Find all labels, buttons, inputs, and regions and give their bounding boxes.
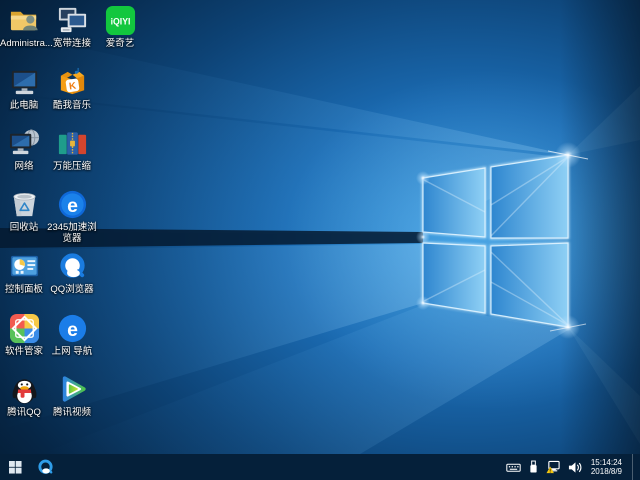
taskbar: 15:14:24 2018/8/9 [0, 454, 640, 480]
user-folder-icon [10, 11, 38, 31]
network-icon [9, 129, 39, 155]
desktop-icon-label: 2345加速浏览器 [47, 222, 97, 244]
recycle-bin-icon [12, 193, 36, 217]
tencent-video-icon [62, 376, 86, 402]
desktop-icon-label: 腾讯视频 [52, 407, 91, 418]
svg-text:e: e [67, 195, 78, 217]
control-panel-icon [10, 255, 38, 277]
desktop-icon-label: 网络 [14, 161, 34, 172]
2345-browser-icon: e [58, 190, 86, 219]
desktop-icon-tencent-video[interactable]: 腾讯视频 [46, 373, 98, 418]
touch-keyboard-icon[interactable] [506, 461, 521, 474]
desktop-icon-administrator[interactable]: Administra... [0, 4, 53, 49]
this-pc-icon [11, 70, 37, 95]
web-navigation-icon: e [58, 314, 86, 343]
start-button[interactable] [0, 454, 30, 480]
desktop-icon-2345-browser[interactable]: e 2345加速浏览器 [46, 188, 98, 244]
desktop-icon-label: 爱奇艺 [105, 38, 135, 49]
desktop-icon-tencent-qq[interactable]: 腾讯QQ [0, 373, 48, 418]
desktop-icon-broadband[interactable]: 宽带连接 [46, 4, 98, 49]
tray-time: 15:14:24 [590, 458, 622, 467]
desktop-icon-label: 控制面板 [4, 284, 43, 295]
desktop-icon-label: 腾讯QQ [7, 407, 41, 418]
desktop-icon-web-navigation[interactable]: e 上网 导航 [46, 312, 98, 357]
desktop-icon-kuwo-music[interactable]: K 酷我音乐 [46, 66, 98, 111]
desktop-icon-archiver[interactable]: 万能压缩 [46, 127, 98, 172]
desktop-icon-label: 万能压缩 [52, 161, 91, 172]
desktop-icon-network[interactable]: 网络 [0, 127, 48, 172]
windows-logo-icon [8, 460, 22, 474]
qq-browser-icon [59, 253, 85, 278]
desktop-icon-label: 此电脑 [9, 100, 39, 111]
tray-date: 2018/8/9 [590, 467, 622, 476]
desktop-icon-iqiyi[interactable]: iQIYI 爱奇艺 [94, 4, 146, 49]
broadband-connection-icon [58, 7, 86, 33]
iqiyi-icon: iQIYI [105, 5, 135, 36]
desktop-icon-label: 上网 导航 [51, 346, 93, 357]
taskbar-qq-browser-button[interactable] [30, 454, 60, 480]
desktop-icon-label: Administra... [0, 38, 53, 49]
system-tray: 15:14:24 2018/8/9 [506, 454, 640, 480]
desktop-icon-software-manager[interactable]: 软件管家 [0, 312, 48, 357]
desktop-icon-label: 宽带连接 [52, 38, 91, 49]
volume-icon[interactable] [568, 461, 582, 474]
svg-text:e: e [67, 319, 78, 341]
wanneng-archiver-icon [58, 132, 86, 155]
software-manager-icon [9, 313, 39, 344]
network-warning-icon[interactable] [546, 460, 561, 474]
desktop-icon-label: 酷我音乐 [52, 100, 91, 111]
tencent-qq-icon [12, 379, 36, 404]
tray-clock[interactable]: 15:14:24 2018/8/9 [589, 458, 622, 476]
desktop: Administra... 宽带连接 iQIYI 爱奇艺 此电脑 K 酷我音乐 … [0, 0, 640, 480]
desktop-icon-qq-browser[interactable]: QQ浏览器 [46, 250, 98, 295]
desktop-icon-this-pc[interactable]: 此电脑 [0, 66, 48, 111]
desktop-icon-label: QQ浏览器 [50, 284, 94, 295]
desktop-icon-label: 软件管家 [4, 346, 43, 357]
show-desktop-button[interactable] [632, 454, 637, 480]
desktop-icon-control-panel[interactable]: 控制面板 [0, 250, 48, 295]
svg-text:iQIYI: iQIYI [110, 16, 130, 26]
usb-device-icon[interactable] [528, 460, 539, 474]
desktop-icon-recycle-bin[interactable]: 回收站 [0, 188, 48, 233]
desktop-icon-label: 回收站 [9, 222, 39, 233]
kuwo-music-icon: K [60, 67, 84, 95]
qq-browser-icon [37, 459, 53, 474]
